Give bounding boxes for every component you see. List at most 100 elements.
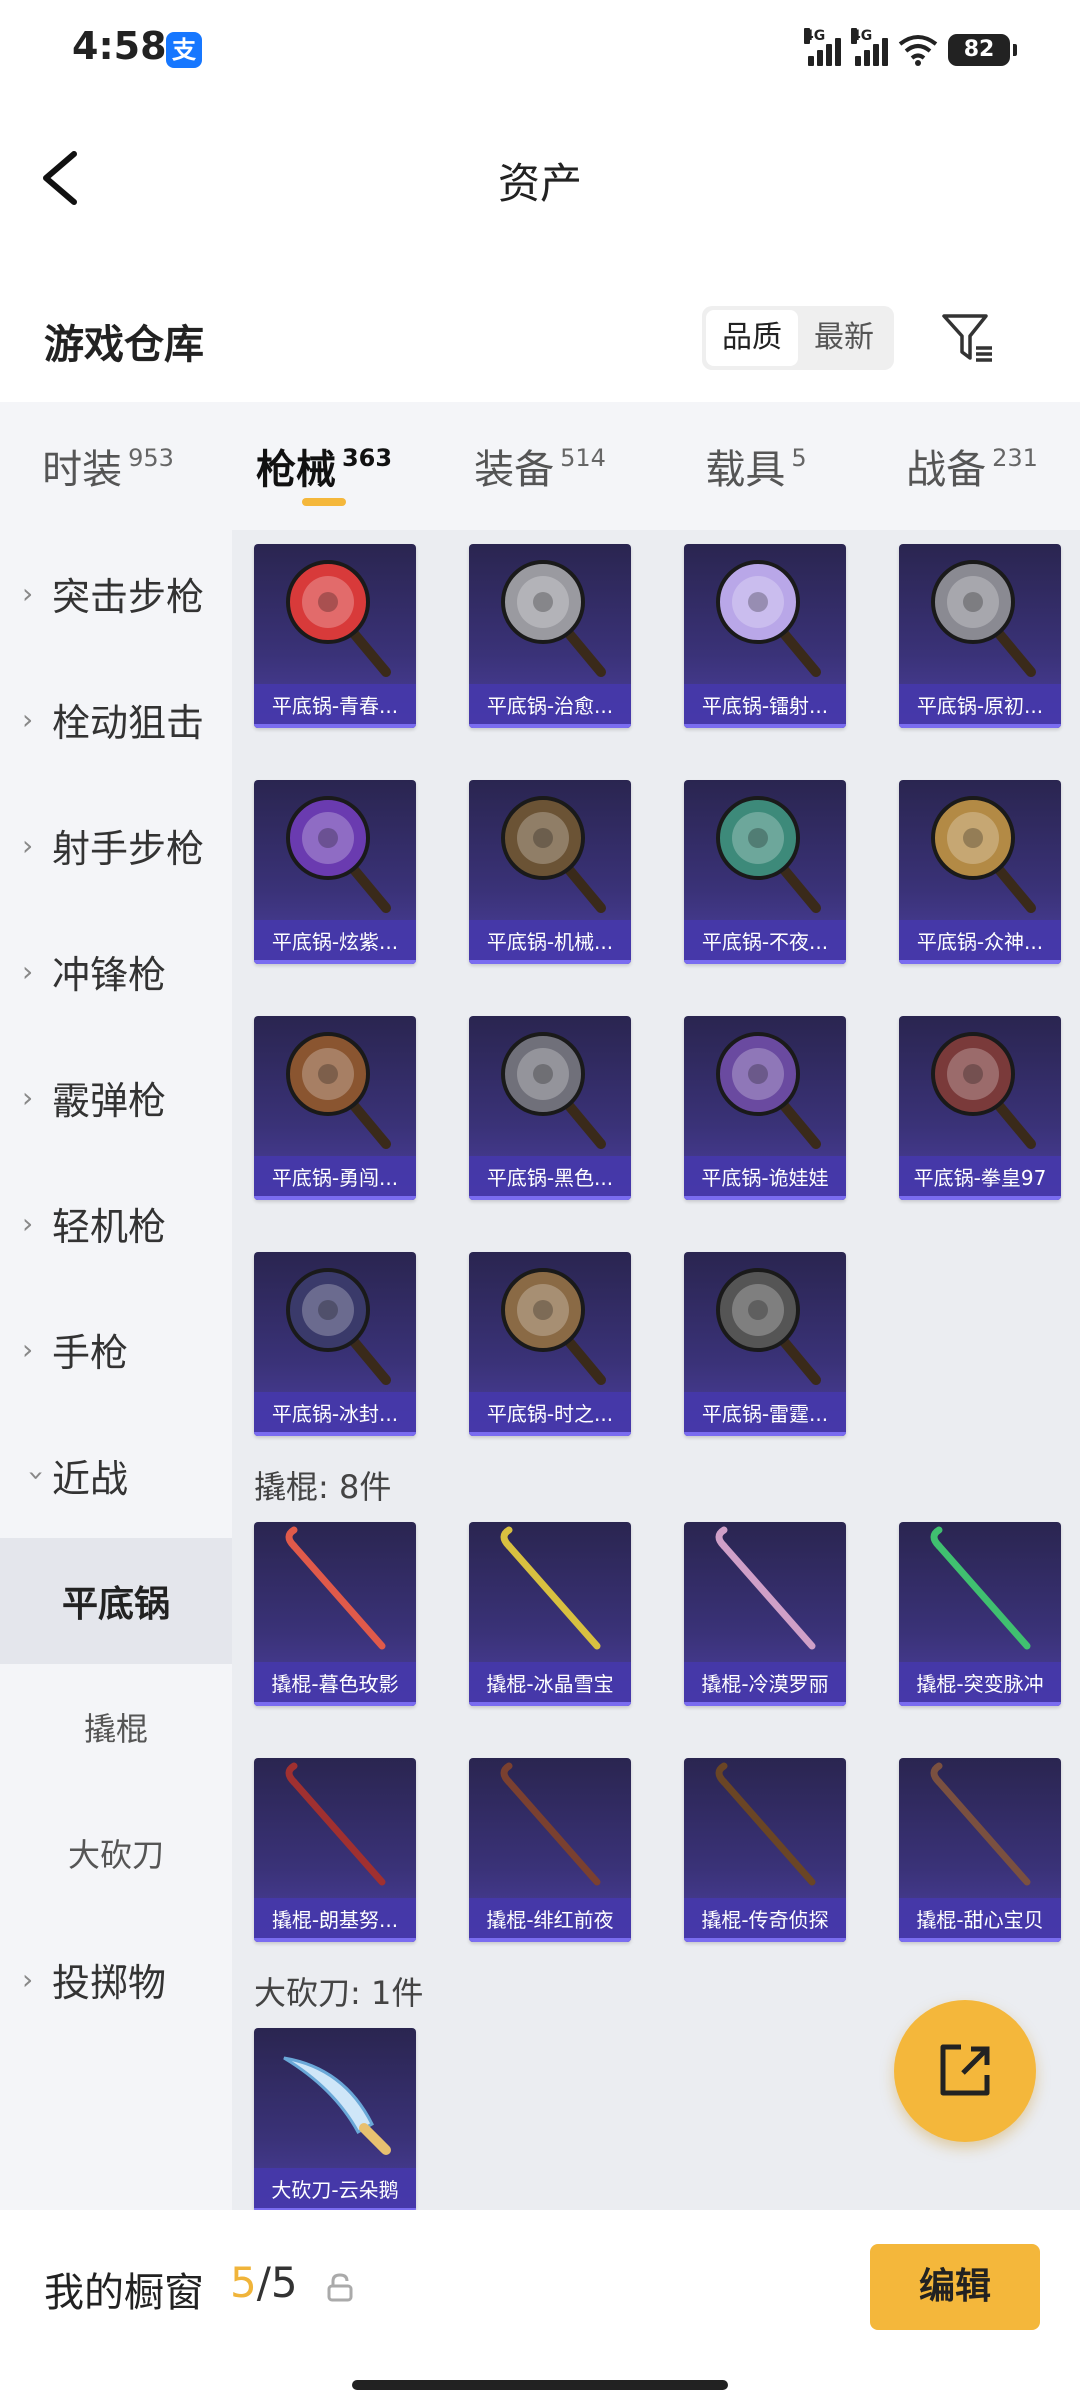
sidebar-subitem-machete[interactable]: 大砍刀 — [0, 1790, 232, 1916]
pan-item-card[interactable]: 平底锅-拳皇97 — [899, 1016, 1061, 1200]
item-caption: 平底锅-拳皇97 — [899, 1156, 1061, 1200]
sidebar-item-label: 射手步枪 — [52, 826, 205, 871]
sidebar-item-label: 近战 — [52, 1456, 129, 1501]
item-caption: 平底锅-治愈... — [469, 684, 631, 728]
share-button[interactable] — [894, 2000, 1036, 2142]
sidebar-item-shotgun[interactable]: › 霰弹枪 — [0, 1034, 232, 1160]
pan-grid: 平底锅-青春... 平底锅-治愈... 平底锅-镭射... 平底锅-原初... 平底锅-… — [232, 530, 1080, 1436]
crowbar-item-card[interactable]: 撬棍-朗基努... — [254, 1758, 416, 1942]
tab-count: 953 — [128, 444, 174, 472]
pan-item-card[interactable]: 平底锅-雷霆... — [684, 1252, 846, 1436]
crowbar-item-image — [500, 1526, 601, 1650]
sidebar-item-melee[interactable]: › 近战 — [0, 1412, 232, 1538]
sidebar-item-label: 手枪 — [52, 1330, 129, 1375]
sidebar-item-pistol[interactable]: › 手枪 — [0, 1286, 232, 1412]
crowbar-item-card[interactable]: 撬棍-突变脉冲 — [899, 1522, 1061, 1706]
chevron-right-icon: › — [22, 1332, 34, 1366]
pan-item-card[interactable]: 平底锅-机械... — [469, 780, 631, 964]
crowbar-item-image — [715, 1762, 816, 1886]
page-title: 资产 — [497, 159, 582, 208]
item-caption: 平底锅-众神... — [899, 920, 1061, 964]
sidebar-item-bolt-sniper[interactable]: › 栓动狙击 — [0, 656, 232, 782]
sidebar-item-label: 轻机枪 — [52, 1204, 167, 1249]
tab-label: 载具 — [705, 447, 786, 493]
item-caption: 撬棍-冷漠罗丽 — [684, 1662, 846, 1706]
tab-fashion[interactable]: 时装 953 — [0, 402, 216, 530]
machete-item-image — [283, 2056, 391, 2155]
crowbar-item-card[interactable]: 撬棍-传奇侦探 — [684, 1758, 846, 1942]
pan-item-card[interactable]: 平底锅-治愈... — [469, 544, 631, 728]
sidebar-item-label: 突击步枪 — [52, 574, 205, 619]
pan-item-image — [286, 796, 391, 913]
pan-item-image — [716, 560, 821, 677]
item-caption: 平底锅-原初... — [899, 684, 1061, 728]
pan-item-card[interactable]: 平底锅-原初... — [899, 544, 1061, 728]
machete-item-card[interactable]: 大砍刀-云朵鹅 — [254, 2028, 416, 2210]
pan-item-image — [931, 796, 1036, 913]
pan-item-image — [501, 1268, 606, 1385]
chevron-down-icon: › — [20, 1469, 54, 1481]
pan-item-card[interactable]: 平底锅-黑色... — [469, 1016, 631, 1200]
battery-icon: 82 — [948, 34, 1017, 66]
showcase-bar: 我的橱窗 5/5 编辑 — [0, 2210, 1080, 2400]
showcase-separator: / — [256, 2258, 271, 2307]
status-time: 4:58 — [72, 24, 167, 68]
sort-newest-button[interactable]: 最新 — [798, 310, 890, 366]
tab-vehicles[interactable]: 载具 5 — [648, 402, 864, 530]
pan-item-image — [501, 796, 606, 913]
sidebar-item-smg[interactable]: › 冲锋枪 — [0, 908, 232, 1034]
item-caption: 平底锅-不夜... — [684, 920, 846, 964]
item-caption: 撬棍-传奇侦探 — [684, 1898, 846, 1942]
tab-firearms[interactable]: 枪械 363 — [216, 402, 432, 530]
signal-icon-2: 4G — [851, 28, 888, 66]
sidebar-item-lmg[interactable]: › 轻机枪 — [0, 1160, 232, 1286]
crowbar-item-card[interactable]: 撬棍-甜心宝贝 — [899, 1758, 1061, 1942]
sidebar-subitem-pan[interactable]: 平底锅 — [0, 1538, 232, 1664]
pan-item-image — [716, 1032, 821, 1149]
pan-item-card[interactable]: 平底锅-不夜... — [684, 780, 846, 964]
weapon-type-sidebar: › 突击步枪 › 栓动狙击 › 射手步枪 › 冲锋枪 › 霰弹枪 › 轻机枪 › 手枪 › 近战… — [0, 530, 232, 2210]
showcase-label: 我的橱窗 — [44, 2270, 204, 2316]
chevron-right-icon: › — [22, 1080, 34, 1114]
chevron-right-icon: › — [22, 1206, 34, 1240]
crowbar-item-image — [930, 1526, 1031, 1650]
pan-item-card[interactable]: 平底锅-勇闯... — [254, 1016, 416, 1200]
pan-item-card[interactable]: 平底锅-炫紫... — [254, 780, 416, 964]
sidebar-item-throwables[interactable]: › 投掷物 — [0, 1916, 232, 2042]
sidebar-item-label: 投掷物 — [52, 1960, 167, 2005]
tab-count: 5 — [791, 444, 807, 472]
tab-label: 装备 — [474, 447, 555, 493]
tab-count: 231 — [992, 444, 1038, 472]
pan-item-card[interactable]: 平底锅-时之... — [469, 1252, 631, 1436]
showcase-count: 5/5 — [230, 2258, 298, 2307]
crowbar-item-image — [285, 1762, 386, 1886]
pan-item-card[interactable]: 平底锅-冰封... — [254, 1252, 416, 1436]
share-icon — [940, 2044, 990, 2096]
warehouse-header: 游戏仓库 品质 最新 — [0, 290, 1080, 400]
tab-equipment[interactable]: 装备 514 — [432, 402, 648, 530]
crowbar-item-card[interactable]: 撬棍-暮色玫影 — [254, 1522, 416, 1706]
crowbar-item-card[interactable]: 撬棍-冰晶雪宝 — [469, 1522, 631, 1706]
sidebar-item-marksman-rifle[interactable]: › 射手步枪 — [0, 782, 232, 908]
edit-button[interactable]: 编辑 — [870, 2244, 1040, 2330]
pan-item-card[interactable]: 平底锅-镭射... — [684, 544, 846, 728]
pan-item-card[interactable]: 平底锅-青春... — [254, 544, 416, 728]
wifi-icon — [898, 35, 938, 66]
sidebar-subitem-crowbar[interactable]: 撬棍 — [0, 1664, 232, 1790]
item-caption: 撬棍-甜心宝贝 — [899, 1898, 1061, 1942]
section-title: 游戏仓库 — [44, 322, 204, 368]
pan-item-image — [716, 1268, 821, 1385]
home-indicator — [352, 2380, 728, 2390]
tab-supplies[interactable]: 战备 231 — [864, 402, 1080, 530]
sidebar-item-assault-rifle[interactable]: › 突击步枪 — [0, 530, 232, 656]
pan-item-card[interactable]: 平底锅-诡娃娃 — [684, 1016, 846, 1200]
item-caption: 平底锅-诡娃娃 — [684, 1156, 846, 1200]
crowbar-group-title: 撬棍: 8件 — [254, 1468, 392, 1506]
filter-icon[interactable] — [940, 310, 996, 366]
pan-item-card[interactable]: 平底锅-众神... — [899, 780, 1061, 964]
crowbar-item-card[interactable]: 撬棍-冷漠罗丽 — [684, 1522, 846, 1706]
chevron-right-icon: › — [22, 828, 34, 862]
sort-quality-button[interactable]: 品质 — [706, 310, 798, 366]
sidebar-item-label: 冲锋枪 — [52, 952, 167, 997]
crowbar-item-card[interactable]: 撬棍-绯红前夜 — [469, 1758, 631, 1942]
